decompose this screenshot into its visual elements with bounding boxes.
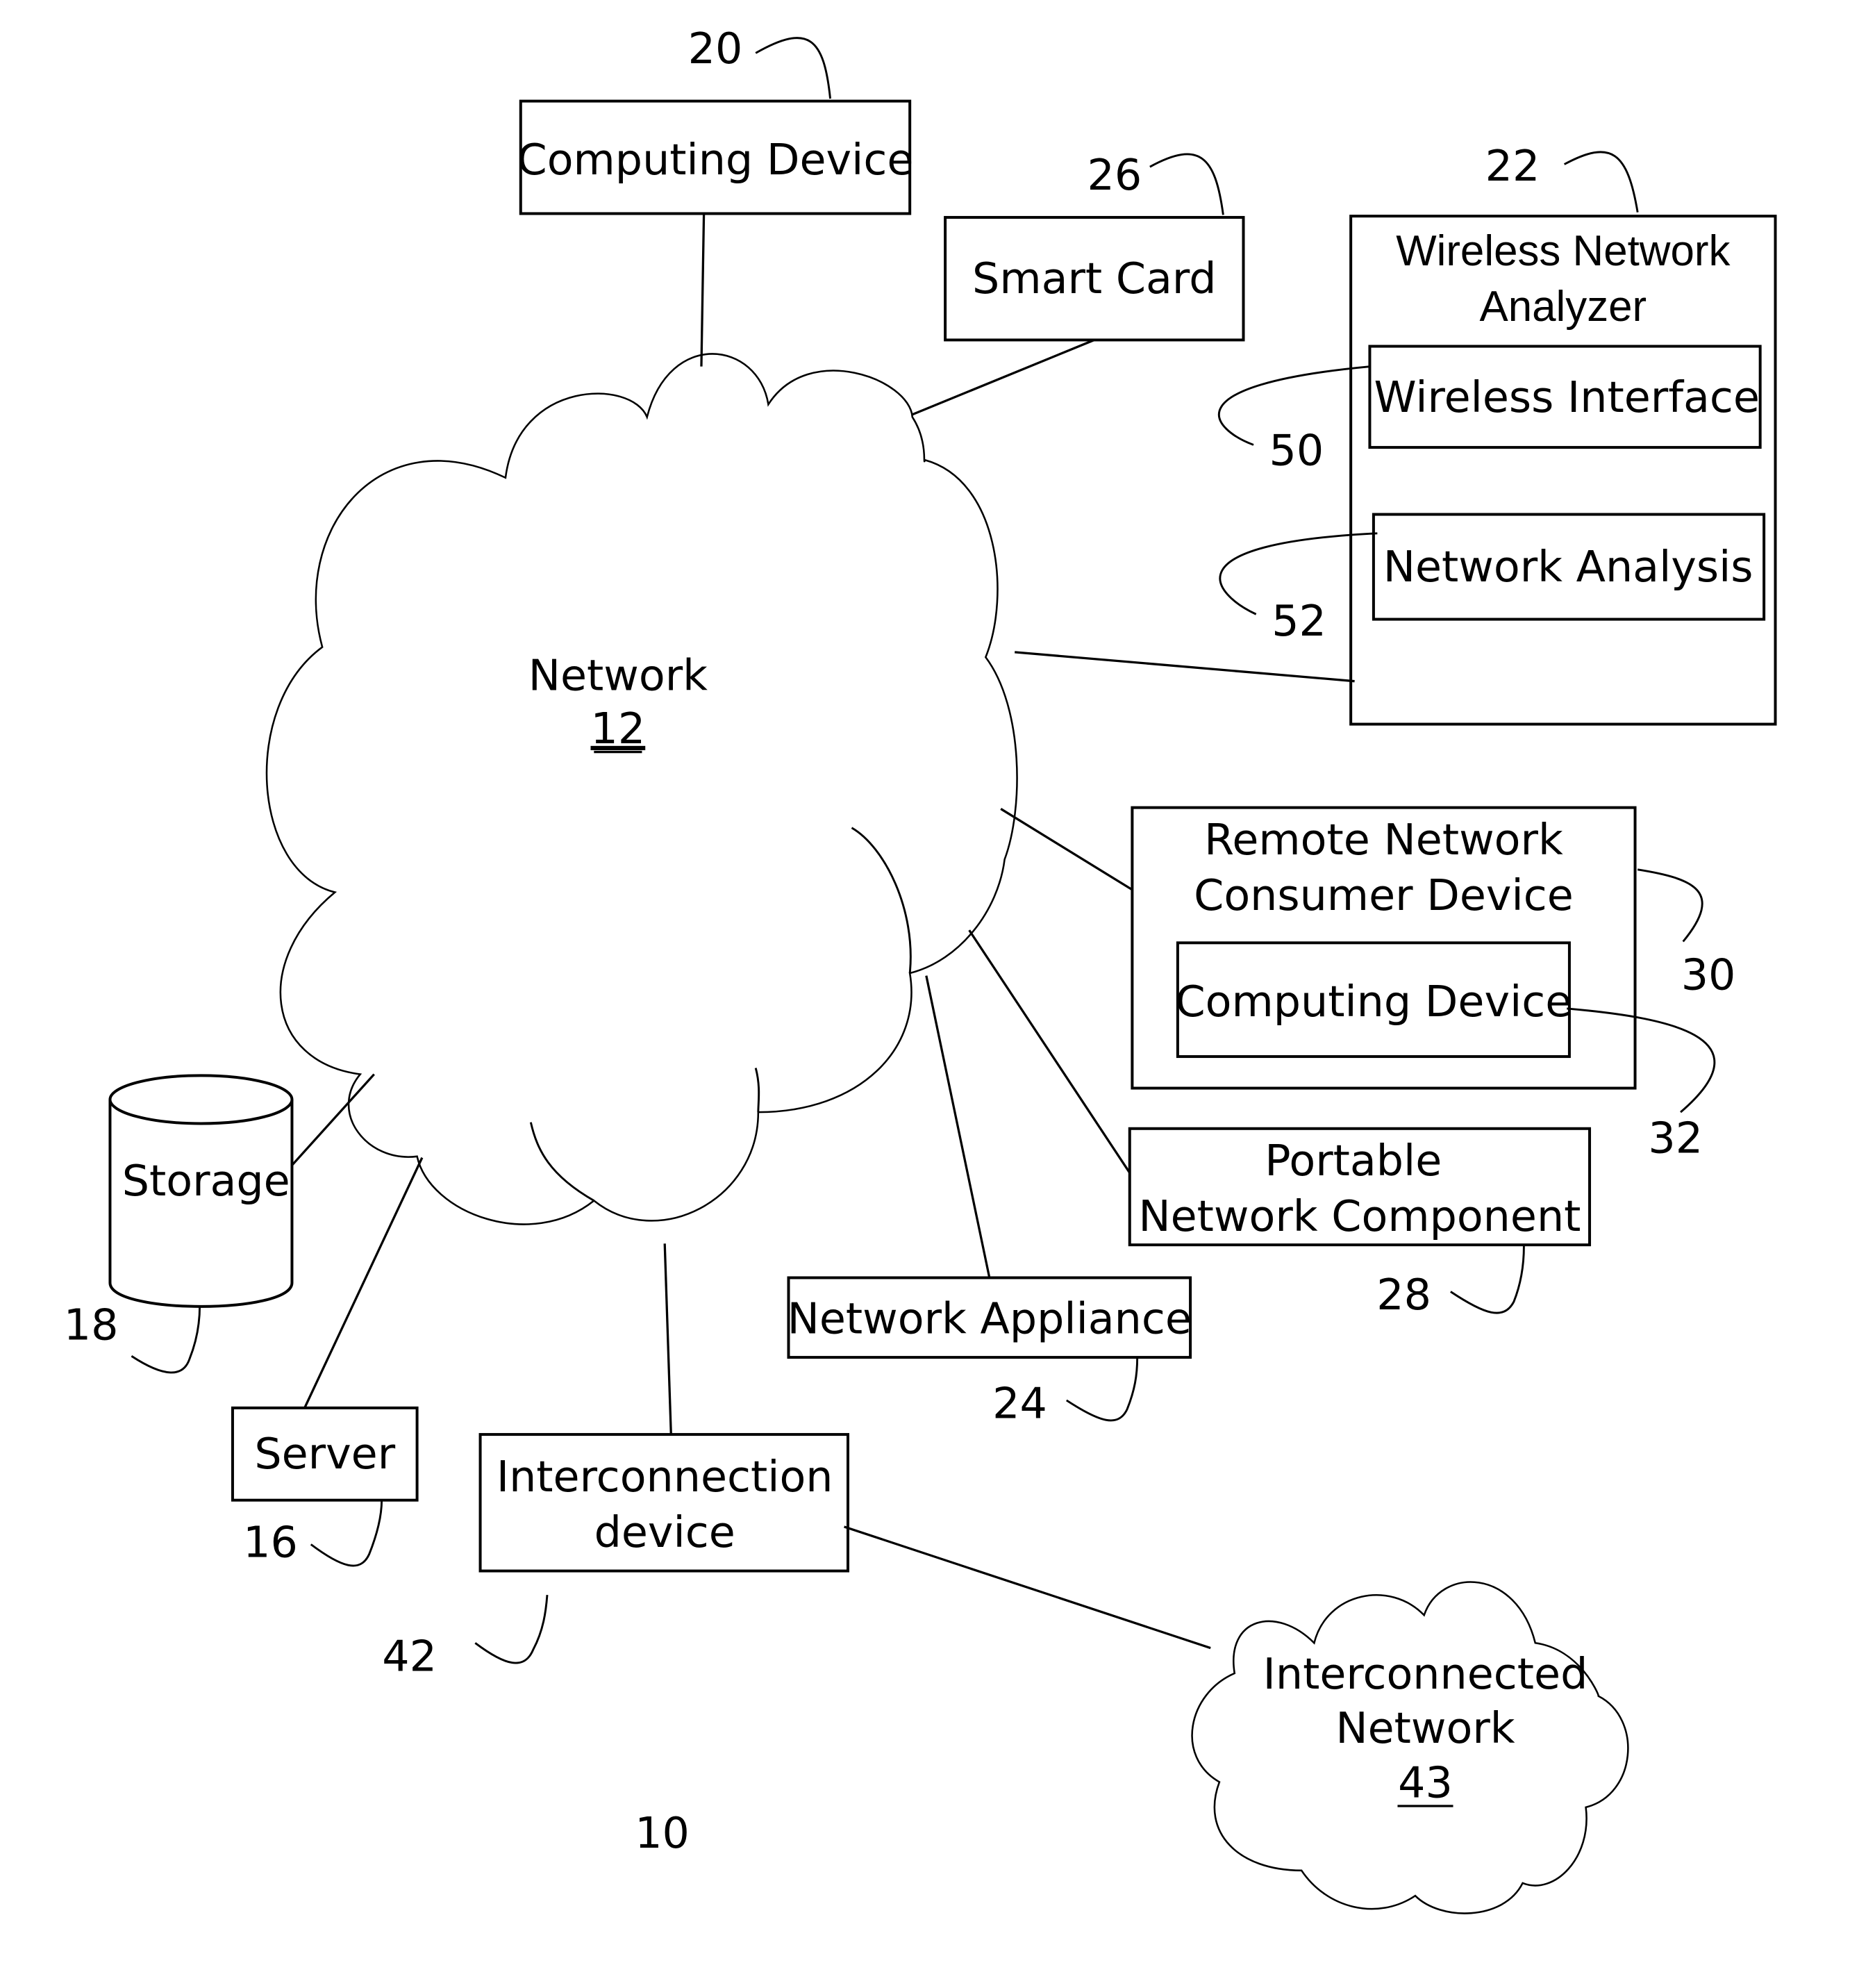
smart-card-label: Smart Card: [972, 254, 1217, 304]
wireless-analyzer-leader: [1563, 151, 1639, 213]
wireless-analyzer-connector: [1015, 651, 1355, 683]
network-cloud: Network 12: [265, 353, 1018, 1225]
network-title: Network: [528, 650, 708, 700]
storage-node[interactable]: Storage 18: [64, 1073, 375, 1374]
computing-device-connector: [700, 213, 706, 367]
interconnected-network-cloud[interactable]: Interconnected Network 43: [1191, 1581, 1629, 1914]
interconnected-network-ref: 43: [1398, 1757, 1453, 1807]
storage-ref: 18: [64, 1300, 119, 1350]
server-connector: [303, 1157, 424, 1409]
network-ref: 12: [591, 704, 646, 754]
portable-component-connector: [968, 929, 1131, 1174]
storage-cylinder-top: [108, 1074, 294, 1125]
remote-computing-device-ref: 32: [1648, 1113, 1703, 1163]
computing-device-label: Computing Device: [517, 135, 914, 185]
remote-consumer-node[interactable]: Remote Network Consumer Device 30 Comput…: [1000, 806, 1736, 1163]
interconnection-device-connector: [663, 1243, 672, 1435]
interconnected-network-line1: Interconnected: [1263, 1649, 1588, 1699]
wireless-analyzer-ref: 22: [1485, 141, 1540, 191]
portable-component-line2: Network Component: [1138, 1191, 1581, 1241]
network-appliance-label: Network Appliance: [788, 1294, 1192, 1344]
interconnected-network-connector: [844, 1525, 1211, 1650]
interconnection-device-ref: 42: [382, 1631, 437, 1681]
network-diagram: Network 12 Computing Device 20 Smart Car…: [64, 24, 1777, 1914]
interconnected-network-line2: Network: [1335, 1703, 1515, 1753]
smart-card-leader: [1149, 153, 1224, 215]
storage-label: Storage: [122, 1156, 290, 1206]
wireless-interface-ref: 50: [1269, 426, 1324, 476]
remote-computing-device-label: Computing Device: [1175, 977, 1572, 1027]
interconnection-device-line2: device: [594, 1507, 735, 1557]
remote-consumer-title-line1: Remote Network: [1204, 815, 1563, 865]
wireless-analyzer-title-line1: Wireless Network: [1396, 227, 1731, 275]
smart-card-connector: [912, 338, 1095, 416]
figure-ref: 10: [635, 1808, 690, 1858]
interconnection-device-line1: Interconnection: [497, 1452, 833, 1502]
server-ref: 16: [243, 1518, 298, 1568]
smart-card-node[interactable]: Smart Card 26: [912, 150, 1245, 416]
computing-device-ref: 20: [688, 24, 743, 74]
network-cloud-outline: [265, 353, 1018, 1225]
portable-component-leader: [1450, 1245, 1525, 1314]
network-appliance-leader: [1065, 1357, 1139, 1422]
server-leader: [310, 1500, 383, 1567]
network-appliance-connector: [925, 975, 991, 1278]
computing-device-node[interactable]: Computing Device 20: [517, 24, 914, 367]
remote-consumer-ref: 30: [1681, 950, 1736, 1000]
remote-consumer-title-line2: Consumer Device: [1194, 870, 1574, 920]
server-label: Server: [254, 1429, 395, 1479]
portable-component-ref: 28: [1376, 1270, 1431, 1320]
computing-device-leader: [755, 37, 831, 99]
network-appliance-ref: 24: [992, 1378, 1047, 1428]
smart-card-ref: 26: [1088, 150, 1142, 200]
network-analysis-label: Network Analysis: [1383, 542, 1753, 592]
network-analysis-ref: 52: [1272, 596, 1326, 646]
wireless-interface-label: Wireless Interface: [1374, 372, 1760, 422]
portable-component-line1: Portable: [1265, 1136, 1442, 1186]
storage-leader: [131, 1305, 201, 1374]
remote-consumer-connector: [1000, 808, 1133, 891]
wireless-analyzer-title-line2: Analyzer: [1479, 283, 1647, 331]
remote-consumer-leader: [1637, 868, 1703, 943]
interconnection-device-leader: [474, 1595, 549, 1664]
